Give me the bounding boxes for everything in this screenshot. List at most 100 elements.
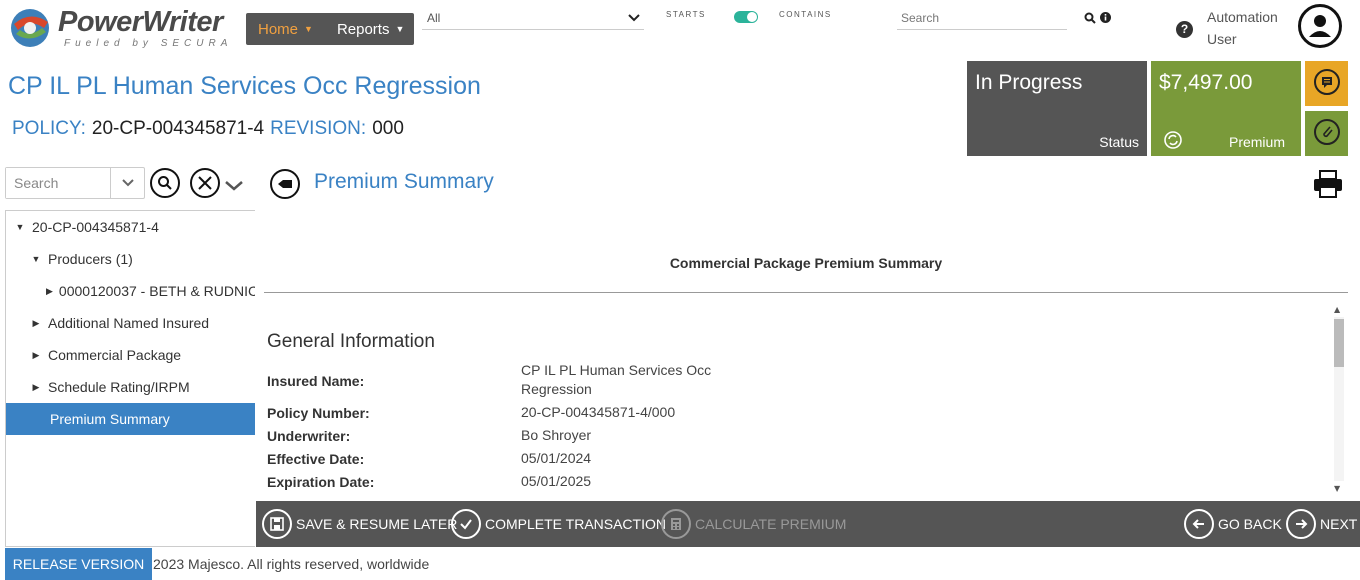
user-avatar-icon[interactable] xyxy=(1298,4,1342,48)
search-icon[interactable] xyxy=(1084,12,1096,24)
tree-search-input[interactable] xyxy=(6,168,110,198)
policy-number: 20-CP-004345871-4 xyxy=(91,118,265,139)
scroll-down-icon[interactable]: ▼ xyxy=(1334,484,1340,493)
tree-item-label: Schedule Rating/IRPM xyxy=(48,379,190,395)
revision-number: 000 xyxy=(372,118,404,139)
premium-label: Premium xyxy=(1228,134,1285,150)
caret-down-icon: ▼ xyxy=(15,222,25,232)
powerwriter-logo[interactable]: PowerWriter Fueled by SECURA xyxy=(6,4,238,50)
nav-home-label: Home xyxy=(258,20,299,38)
caret-right-icon: ▶ xyxy=(32,317,40,328)
calculate-premium-button[interactable]: CALCULATE PREMIUM xyxy=(661,501,846,547)
premium-tile: $7,497.00 Premium xyxy=(1151,61,1301,156)
content-scrollbar[interactable]: ▲ ▼ xyxy=(1331,303,1347,495)
go-back-label: GO BACK xyxy=(1218,516,1282,532)
nav-reports-label: Reports xyxy=(336,20,390,38)
field-value-line: CP IL PL Human Services Occ xyxy=(521,362,712,378)
chevron-down-icon[interactable] xyxy=(224,180,244,192)
info-icon[interactable] xyxy=(1100,12,1111,23)
status-tile: In Progress Status xyxy=(967,61,1147,156)
complete-transaction-button[interactable]: COMPLETE TRANSACTION xyxy=(451,501,666,547)
tools-icon xyxy=(198,176,212,190)
check-icon xyxy=(451,509,481,539)
arrow-left-icon xyxy=(1184,509,1214,539)
chevron-down-icon: ▼ xyxy=(395,24,405,34)
caret-right-icon: ▶ xyxy=(32,349,40,360)
arrow-right-icon xyxy=(1286,509,1316,539)
scroll-up-icon[interactable]: ▲ xyxy=(1334,305,1340,314)
general-information-heading: General Information xyxy=(267,331,435,352)
tree-item-additional-named-insured[interactable]: ▶ Additional Named Insured xyxy=(6,307,255,339)
search-mode-toggle[interactable] xyxy=(734,11,758,23)
collapse-panel-button[interactable] xyxy=(270,169,300,199)
save-resume-button[interactable]: SAVE & RESUME LATER xyxy=(262,501,457,547)
go-back-button[interactable]: GO BACK xyxy=(1184,501,1282,547)
tree-item-commercial-package[interactable]: ▶ Commercial Package xyxy=(6,339,255,371)
user-name-line2: User xyxy=(1207,31,1237,47)
save-resume-label: SAVE & RESUME LATER xyxy=(296,516,458,532)
logo-title: PowerWriter xyxy=(58,6,223,38)
print-icon[interactable] xyxy=(1313,170,1343,198)
page-title: CP IL PL Human Services Occ Regression xyxy=(8,72,481,100)
user-name[interactable]: Automation User xyxy=(1207,6,1278,50)
field-label-insured-name: Insured Name: xyxy=(267,373,365,389)
status-value: In Progress xyxy=(975,71,1083,94)
notes-button[interactable] xyxy=(1305,61,1348,106)
section-title: Premium Summary xyxy=(314,170,494,193)
logo-globe-icon xyxy=(11,9,49,47)
search-mode-contains: CONTAINS xyxy=(779,10,832,19)
caret-right-icon: ▶ xyxy=(32,381,40,392)
tree-item-label: 0000120037 - BETH & RUDNICKI xyxy=(58,283,255,299)
paperclip-icon xyxy=(1314,119,1340,145)
next-button[interactable]: NEXT xyxy=(1286,501,1357,547)
field-value-insured-name: CP IL PL Human Services Occ Regression xyxy=(521,361,711,399)
policy-tree: ▼ 20-CP-004345871-4 ▼ Producers (1) ▶ 00… xyxy=(5,210,255,547)
global-search-input[interactable] xyxy=(897,6,1067,30)
tools-button[interactable] xyxy=(190,168,220,198)
action-bar: SAVE & RESUME LATER COMPLETE TRANSACTION… xyxy=(256,501,1360,547)
field-value-policy-number: 20-CP-004345871-4/000 xyxy=(521,404,676,420)
divider xyxy=(264,292,1348,293)
tree-item-schedule-rating[interactable]: ▶ Schedule Rating/IRPM xyxy=(6,371,255,403)
status-label: Status xyxy=(1099,134,1139,150)
help-icon[interactable]: ? xyxy=(1176,21,1193,38)
scroll-thumb[interactable] xyxy=(1334,319,1344,367)
search-mode-starts: STARTS xyxy=(666,10,706,19)
main-nav: Home ▼ Reports ▼ xyxy=(246,13,414,45)
tree-item-policy[interactable]: ▼ 20-CP-004345871-4 xyxy=(6,211,255,243)
refresh-icon[interactable] xyxy=(1164,131,1182,149)
tree-item-producers[interactable]: ▼ Producers (1) xyxy=(6,243,255,275)
nav-reports[interactable]: Reports ▼ xyxy=(325,13,416,45)
chevron-down-icon xyxy=(628,13,640,21)
search-icon xyxy=(158,176,172,190)
chevron-down-icon: ▼ xyxy=(304,24,313,34)
tree-item-label: Producers (1) xyxy=(48,251,133,267)
policy-label: POLICY: xyxy=(12,118,86,139)
search-scope-select[interactable]: All xyxy=(422,6,644,30)
nav-home[interactable]: Home ▼ xyxy=(246,13,325,45)
tree-item-premium-summary[interactable]: Premium Summary xyxy=(6,403,255,435)
field-label-policy-number: Policy Number: xyxy=(267,405,370,421)
field-value-expiration-date: 05/01/2025 xyxy=(521,473,592,489)
tree-item-label: Additional Named Insured xyxy=(48,315,210,331)
field-value-effective-date: 05/01/2024 xyxy=(521,450,592,466)
tree-item-producer[interactable]: ▶ 0000120037 - BETH & RUDNICKI xyxy=(6,275,255,307)
calculate-premium-label: CALCULATE PREMIUM xyxy=(695,516,847,532)
tree-item-label: Commercial Package xyxy=(48,347,182,363)
premium-value: $7,497.00 xyxy=(1159,71,1253,94)
user-name-line1: Automation xyxy=(1207,9,1278,25)
complete-transaction-label: COMPLETE TRANSACTION xyxy=(485,516,666,532)
attachments-button[interactable] xyxy=(1305,111,1348,156)
field-label-expiration-date: Expiration Date: xyxy=(267,474,375,490)
caret-down-icon: ▼ xyxy=(31,254,41,264)
arrow-left-icon xyxy=(278,180,292,188)
logo-subtitle: Fueled by SECURA xyxy=(64,38,233,49)
revision-label: REVISION: xyxy=(270,118,367,139)
chevron-down-icon xyxy=(121,179,134,187)
policy-info: POLICY: 20-CP-004345871-4 REVISION: 000 xyxy=(12,118,410,140)
notes-icon xyxy=(1314,69,1340,95)
tree-search-dropdown[interactable] xyxy=(110,168,144,198)
release-version-button[interactable]: RELEASE VERSION xyxy=(5,548,152,580)
caret-right-icon: ▶ xyxy=(46,285,53,296)
tree-search-button[interactable] xyxy=(150,168,180,198)
